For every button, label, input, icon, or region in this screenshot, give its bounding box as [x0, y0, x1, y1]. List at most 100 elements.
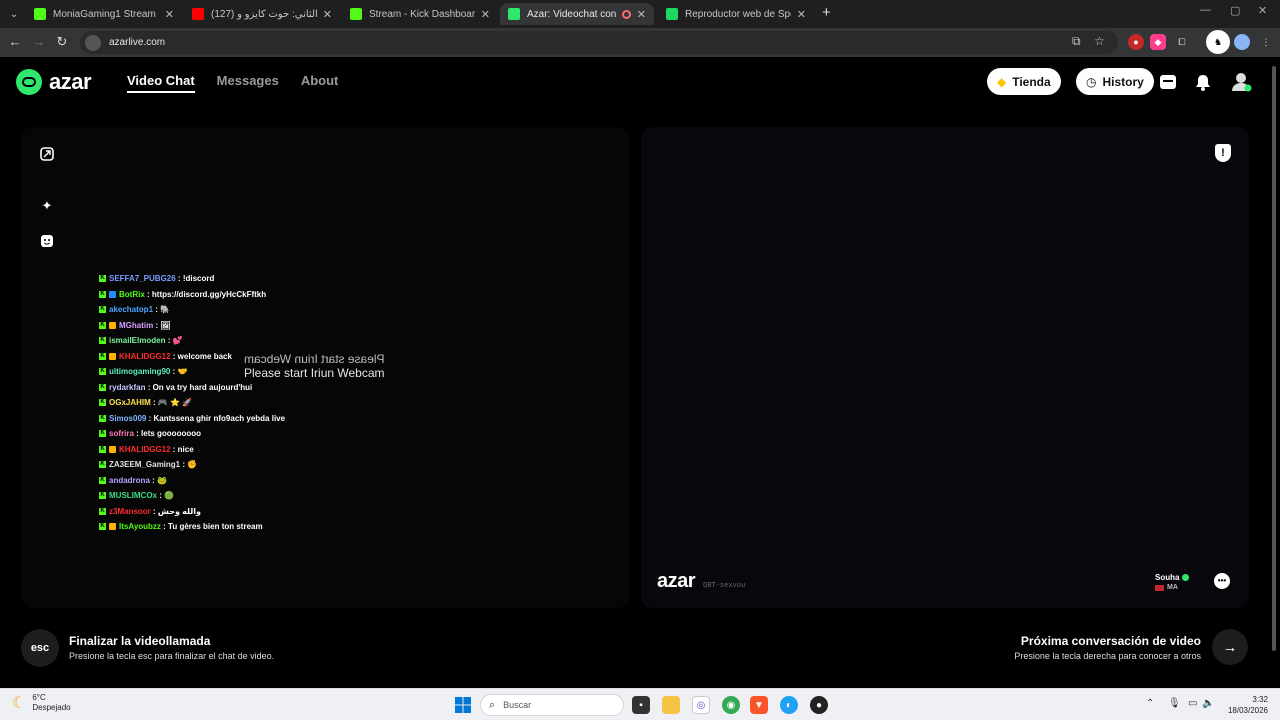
chat-username: KHALIDGG12 — [119, 444, 171, 454]
file-explorer-icon[interactable] — [662, 696, 680, 714]
microphone-icon[interactable]: 🎙 — [1168, 698, 1181, 709]
webcam-notice: Please start Iriun Webcam Please start I… — [244, 352, 385, 380]
scrollbar[interactable] — [1270, 60, 1278, 686]
next-chat-button[interactable]: → — [1212, 629, 1248, 665]
browser-tab[interactable]: (127) الجزء الثاني: حوت كايزو و ✕ — [184, 3, 340, 25]
profile-avatar[interactable]: ♞ — [1206, 30, 1230, 54]
nav-about[interactable]: About — [301, 73, 339, 93]
install-app-icon[interactable]: ⧉ — [1072, 34, 1081, 49]
chat-message: K Simos009 : Kantssena ghir nfo9ach yebda… — [99, 411, 285, 427]
bookmark-star-icon[interactable]: ☆ — [1094, 34, 1105, 48]
chat-separator: : — [150, 506, 158, 516]
kick-badge-icon: K — [99, 352, 106, 360]
chat-username: z3Mansoor — [109, 506, 151, 516]
tab-title: Reproductor web de Spotify: m — [685, 8, 791, 20]
store-button[interactable]: ◆ Tienda — [987, 68, 1061, 95]
chat-message: Ksofrira : lets goooooooo — [99, 426, 285, 442]
maximize-icon[interactable]: ▢ — [1230, 4, 1240, 17]
nav-video-chat[interactable]: Video Chat — [127, 73, 195, 93]
end-call-button[interactable]: esc — [21, 629, 59, 667]
windows-start-icon[interactable] — [454, 696, 472, 714]
site-info-icon[interactable] — [85, 34, 101, 51]
tray-chevron-icon[interactable]: ⌃ — [1146, 698, 1154, 709]
kick-badge-icon: K — [99, 507, 106, 515]
partner-info[interactable]: Souha MA — [1155, 573, 1190, 591]
subscriber-badge-icon — [109, 445, 116, 453]
chat-text: 🟢 — [164, 491, 175, 501]
chat-text: 🐘 — [160, 305, 171, 315]
collapse-icon[interactable] — [39, 146, 55, 162]
omnibox[interactable]: azarlive.com — [80, 31, 1118, 54]
forward-icon[interactable]: → — [31, 34, 47, 50]
chat-separator: : — [133, 429, 142, 439]
chat-username: ultimogaming90 — [109, 367, 171, 377]
subscriber-badge-icon — [109, 290, 116, 298]
chat-text: !discord — [182, 274, 215, 284]
chat-username: Simos009 — [109, 413, 147, 423]
sticker-face-icon[interactable] — [39, 233, 55, 249]
extension-icon[interactable]: ● — [1128, 34, 1144, 50]
arrow-right-icon: → — [1222, 638, 1238, 656]
search-icon: ⌕ — [489, 698, 496, 711]
extensions-puzzle-icon[interactable]: ⧠ — [1174, 34, 1190, 50]
chat-text: 🎮 ⭐ 🚀 — [157, 398, 193, 408]
account-icon[interactable] — [1234, 34, 1250, 50]
back-icon[interactable]: ← — [7, 34, 23, 50]
chat-separator: : — [180, 460, 188, 470]
chat-text: lets goooooooo — [141, 429, 202, 439]
browser-tab[interactable]: Stream - Kick Dashboard ✕ — [342, 3, 498, 25]
close-tab-icon[interactable]: ✕ — [797, 8, 806, 21]
chat-separator: : — [157, 491, 165, 501]
user-avatar-icon[interactable] — [1230, 70, 1252, 92]
magic-wand-icon[interactable]: ✦ — [39, 198, 55, 214]
brave-icon[interactable]: ▼ — [750, 696, 768, 714]
reload-icon[interactable]: ↻ — [54, 34, 70, 50]
tab-favicon-icon — [192, 8, 204, 20]
recorder-app-icon[interactable]: ● — [810, 696, 828, 714]
network-icon[interactable]: ▭ — [1188, 698, 1197, 709]
chat-message: K KHALIDGG12 : nice — [99, 442, 285, 458]
tab-favicon-icon — [666, 8, 678, 20]
flag-icon — [1155, 584, 1164, 591]
close-tab-icon[interactable]: ✕ — [323, 8, 332, 21]
minimize-icon[interactable]: — — [1200, 4, 1211, 16]
chat-text: welcome back — [177, 351, 232, 361]
history-button[interactable]: ◷ History — [1076, 68, 1154, 95]
kick-badge-icon: K — [99, 414, 106, 422]
close-tab-icon[interactable]: ✕ — [165, 8, 174, 21]
chat-message: K OGxJAHIM : 🎮 ⭐ 🚀 — [99, 395, 285, 411]
close-window-icon[interactable]: ✕ — [1258, 4, 1267, 17]
chat-separator: : — [146, 413, 154, 423]
extension-shield-icon[interactable]: ◆ — [1150, 34, 1166, 50]
chat-text: Kantssena ghir nfo9ach yebda live — [153, 413, 286, 423]
chat-text: nice — [177, 444, 194, 454]
tab-search-icon[interactable]: ⌄ — [4, 4, 24, 24]
browser-app-icon[interactable]: ◐ — [780, 696, 798, 714]
chat-separator: : — [153, 305, 161, 315]
chat-separator: : — [160, 522, 169, 532]
chrome-icon[interactable]: ◉ — [722, 696, 740, 714]
close-tab-icon[interactable]: ✕ — [637, 8, 646, 21]
weather-widget[interactable]: ☾ 6°C Despejado — [12, 693, 71, 713]
menu-dots-icon[interactable]: ⋮ — [1258, 34, 1274, 50]
task-view-icon[interactable]: ▪ — [632, 696, 650, 714]
bell-icon[interactable] — [1194, 73, 1212, 91]
nav-messages[interactable]: Messages — [217, 73, 279, 93]
inbox-icon[interactable] — [1159, 73, 1177, 91]
subscriber-badge-icon — [109, 352, 116, 360]
browser-tab[interactable]: Reproductor web de Spotify: m ✕ — [658, 3, 814, 25]
taskbar-clock[interactable]: 3:32 18/03/2026 — [1228, 694, 1268, 716]
browser-tab[interactable]: Azar: Videochat con gente ✕ — [500, 3, 654, 25]
azar-logo[interactable]: azar — [16, 69, 92, 95]
close-tab-icon[interactable]: ✕ — [481, 8, 490, 21]
chat-bubble-icon[interactable]: ••• — [1214, 573, 1230, 589]
browser-tab[interactable]: MoniaGaming1 Stream - Watch ✕ — [26, 3, 182, 25]
azar-logo-icon — [16, 69, 42, 95]
obs-app-icon[interactable]: ◎ — [692, 696, 710, 714]
chat-message: Krydarkfan : On va try hard aujourd'hui — [99, 380, 285, 396]
taskbar-search-input[interactable]: ⌕ Buscar — [480, 694, 624, 716]
kick-badge-icon: K — [99, 476, 106, 484]
report-shield-icon[interactable]: ! — [1215, 144, 1231, 162]
volume-icon[interactable]: 🔈 — [1202, 698, 1214, 709]
new-tab-button[interactable]: + — [822, 5, 831, 21]
